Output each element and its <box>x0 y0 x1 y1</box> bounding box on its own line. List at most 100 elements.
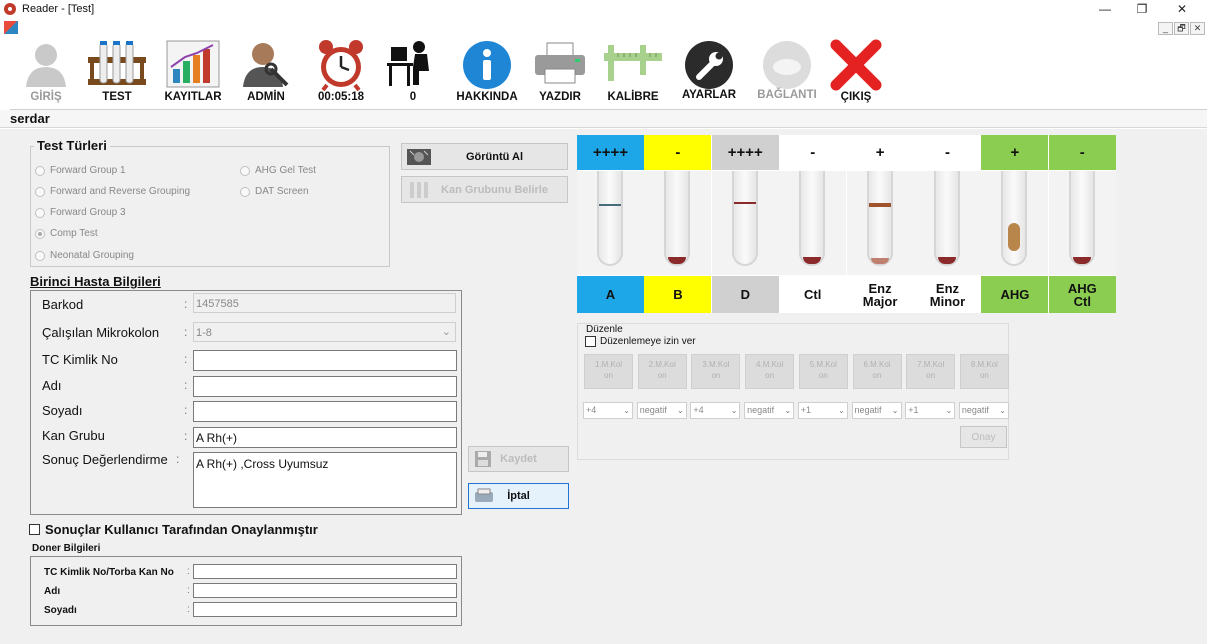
test-types-legend: Test Türleri <box>34 138 110 153</box>
result-select-5[interactable]: +1 ⌄ <box>797 402 848 419</box>
blood-group-label: Kan Grubu <box>42 428 105 443</box>
connection-button[interactable]: BAĞLANTI <box>750 37 824 109</box>
barcode-field[interactable]: 1457585 <box>193 293 456 313</box>
surname-label: Soyadı <box>42 403 83 418</box>
test-button[interactable]: TEST <box>82 37 152 109</box>
save-button[interactable]: Kaydet <box>468 446 569 472</box>
timer-button[interactable]: 00:05:18 <box>306 37 376 109</box>
restore-button[interactable]: ❐ <box>1124 0 1160 20</box>
result-label: Sonuç Değerlendirme <box>42 452 168 467</box>
capture-image-button[interactable]: Görüntü Al <box>401 143 568 170</box>
donor-tc-field[interactable] <box>193 564 457 579</box>
mdi-bar <box>0 20 1207 37</box>
chevron-down-icon: ⌄ <box>730 406 738 415</box>
chevron-down-icon: ⌄ <box>441 326 451 338</box>
child-minimize-button[interactable]: _ <box>1158 22 1173 35</box>
donor-legend: Doner Bilgileri <box>32 543 101 554</box>
microcolumn-toggle-4[interactable]: 4.M.Kol on <box>745 354 795 389</box>
connection-icon <box>763 41 811 89</box>
microcolumn-toggle-2[interactable]: 2.M.Kol on <box>637 354 687 389</box>
edit-panel: Düzenle Düzenlemeye izin ver Onay 1.M.Ko… <box>577 323 1009 460</box>
colon: : <box>187 604 190 615</box>
barcode-label: Barkod <box>42 297 84 312</box>
minimize-button[interactable]: — <box>1087 0 1123 20</box>
radio-forward-group-3[interactable]: Forward Group 3 <box>35 207 126 218</box>
microcolumn-toggle-3[interactable]: 3.M.Kol on <box>691 354 741 389</box>
cancel-button[interactable]: İptal <box>468 483 569 509</box>
result-select-value: +1 <box>800 405 812 415</box>
tubes-small-icon <box>410 182 428 198</box>
approved-label: Sonuçlar Kullanıcı Tarafından Onaylanmış… <box>45 522 318 537</box>
column-name-2: D <box>711 276 779 313</box>
microcolumn-toggle-state: on <box>711 371 721 380</box>
login-button[interactable]: GİRİŞ <box>18 37 74 109</box>
gel-tube <box>711 171 779 275</box>
result-select-2[interactable]: negatif ⌄ <box>636 402 687 419</box>
child-restore-button[interactable]: 🗗 <box>1174 22 1189 35</box>
column-name-0: A <box>577 276 644 313</box>
count-button[interactable]: 0 <box>382 37 444 109</box>
microcolumn-toggle-state: on <box>818 371 828 380</box>
result-select-1[interactable]: +4 ⌄ <box>583 402 633 419</box>
gel-tube <box>846 171 914 275</box>
surname-field[interactable] <box>193 401 457 422</box>
radio-forward-reverse[interactable]: Forward and Reverse Grouping <box>35 186 190 197</box>
microcolumn-toggle-8[interactable]: 8.M.Kol on <box>959 354 1009 389</box>
close-button[interactable]: ✕ <box>1164 0 1200 20</box>
current-user: serdar <box>10 111 50 126</box>
radio-comp-test[interactable]: Comp Test <box>35 228 98 239</box>
child-close-button[interactable]: ✕ <box>1190 22 1205 35</box>
allow-edit-checkbox[interactable]: Düzenlemeye izin ver <box>585 336 696 347</box>
user-bar <box>0 110 1207 128</box>
checkbox-box[interactable] <box>29 524 40 535</box>
microcolumn-toggle-5[interactable]: 5.M.Kol on <box>798 354 848 389</box>
microcolumn-toggle-name: 4.M.Kol <box>756 360 784 369</box>
result-select-value: negatif <box>639 405 667 415</box>
result-select-4[interactable]: negatif ⌄ <box>744 402 795 419</box>
microcolumn-toggle-1[interactable]: 1.M.Kol on <box>584 354 633 389</box>
result-select-3[interactable]: +4 ⌄ <box>690 402 741 419</box>
child-window-icon[interactable] <box>4 21 18 34</box>
allow-edit-label: Düzenlemeye izin ver <box>600 336 696 347</box>
settings-button[interactable]: AYARLAR <box>674 37 744 109</box>
calibrate-button[interactable]: KALİBRE <box>600 37 666 109</box>
admin-icon <box>243 43 289 87</box>
print-button[interactable]: YAZDIR <box>528 37 592 109</box>
donor-name-field[interactable] <box>193 583 457 598</box>
checkbox-box[interactable] <box>585 336 596 347</box>
radio-ahg-gel[interactable]: AHG Gel Test <box>240 165 316 176</box>
result-textarea[interactable]: A Rh(+) ,Cross Uyumsuz <box>193 452 457 508</box>
timer-label: 00:05:18 <box>317 91 365 103</box>
radio-neonatal[interactable]: Neonatal Grouping <box>35 250 134 261</box>
radio-dat-screen[interactable]: DAT Screen <box>240 186 309 197</box>
microcolumn-toggle-state: on <box>604 371 613 380</box>
radio-forward-group-1[interactable]: Forward Group 1 <box>35 165 126 176</box>
microcolumn-toggle-7[interactable]: 7.M.Kol on <box>906 354 956 389</box>
blood-group-field[interactable]: A Rh(+) <box>193 427 457 448</box>
name-label: Adı <box>42 378 62 393</box>
donor-name-label: Adı <box>44 586 61 597</box>
result-select-7[interactable]: +1 ⌄ <box>905 402 956 419</box>
determine-blood-group-button[interactable]: Kan Grubunu Belirle <box>401 176 568 203</box>
result-select-value: negatif <box>747 405 775 415</box>
window-title: Reader - [Test] <box>22 3 95 15</box>
about-button[interactable]: HAKKINDA <box>452 37 522 109</box>
admin-button[interactable]: ADMİN <box>236 37 296 109</box>
column-result-0: ++++ <box>577 135 644 170</box>
name-field[interactable] <box>193 376 457 397</box>
chevron-down-icon: ⌄ <box>623 406 630 415</box>
result-select-8[interactable]: negatif ⌄ <box>958 402 1009 419</box>
records-button[interactable]: KAYITLAR <box>160 37 226 109</box>
microcolumn-select[interactable]: 1-8 ⌄ <box>193 322 456 342</box>
exit-button[interactable]: ÇIKIŞ <box>822 37 890 109</box>
floppy-icon <box>475 451 491 467</box>
donor-surname-field[interactable] <box>193 602 457 617</box>
confirm-button[interactable]: Onay <box>960 426 1007 448</box>
microcolumn-toggle-name: 8.M.Kol <box>970 360 998 369</box>
column-name-6: AHG <box>981 276 1049 313</box>
result-select-6[interactable]: negatif ⌄ <box>851 402 902 419</box>
result-select-value: negatif <box>854 405 882 415</box>
microcolumn-toggle-6[interactable]: 6.M.Kol on <box>852 354 902 389</box>
tc-field[interactable] <box>193 350 457 371</box>
approved-checkbox[interactable]: Sonuçlar Kullanıcı Tarafından Onaylanmış… <box>29 522 318 537</box>
